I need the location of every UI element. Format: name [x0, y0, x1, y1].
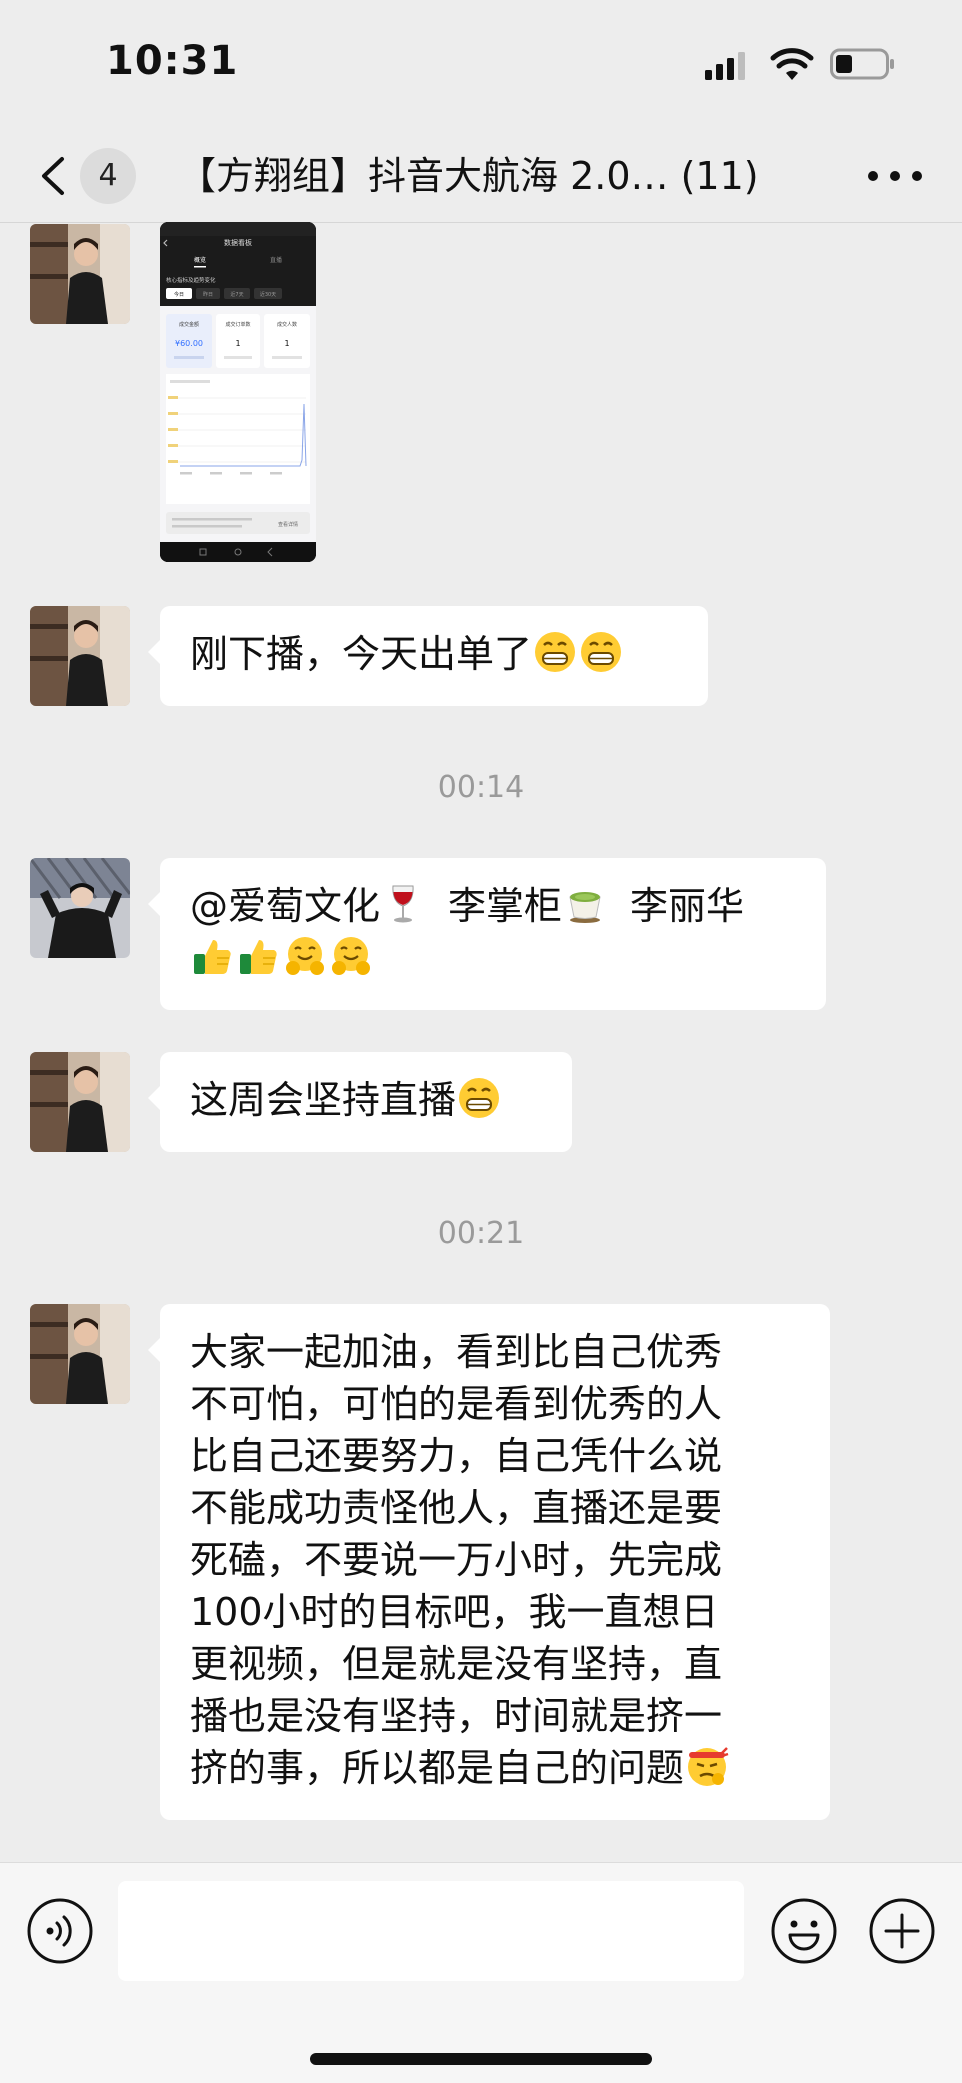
message-input[interactable]: [118, 1881, 744, 1981]
determined-face-emoji-icon: [688, 1747, 729, 1786]
thumb-kpi-value: 1: [284, 339, 289, 348]
thumb-kpi-value: 1: [235, 339, 240, 348]
mention-text: @爱萄文化: [190, 884, 381, 928]
mention-name: 李丽华: [630, 884, 745, 928]
message-list[interactable]: 数据看板 概览 直播 核心指标及趋势变化 今日 昨日 近7天 近30天 成交金额…: [0, 222, 962, 1862]
image-message[interactable]: 数据看板 概览 直播 核心指标及趋势变化 今日 昨日 近7天 近30天 成交金额…: [160, 222, 316, 562]
back-button[interactable]: 4: [30, 146, 150, 206]
grin-emoji-icon: [581, 632, 622, 672]
message-bubble[interactable]: 这周会坚持直播: [148, 1052, 572, 1152]
thumb-kpi-value: ¥60.00: [175, 339, 203, 348]
status-bar: 10:31: [0, 0, 962, 130]
timestamp: 00:21: [437, 1216, 525, 1251]
message-line: 死磕，不要说一万小时，先完成: [190, 1538, 723, 1582]
message-line: 挤的事，所以都是自己的问题: [190, 1746, 685, 1790]
thumb-kpi-label: 成交金额: [179, 321, 199, 328]
avatar[interactable]: [30, 606, 130, 706]
timestamp: 00:14: [437, 770, 525, 805]
plus-icon[interactable]: [868, 1897, 936, 1965]
thumb-pill: 今日: [174, 291, 184, 298]
message-line: 比自己还要努力，自己凭什么说: [190, 1434, 723, 1478]
thumb-tab: 概览: [194, 256, 206, 264]
grin-emoji-icon: [459, 1078, 500, 1118]
message-text: 这周会坚持直播: [190, 1078, 457, 1122]
emoji-picker-icon[interactable]: [770, 1897, 838, 1965]
thumb-pill: 近30天: [260, 291, 276, 298]
wifi-icon: [770, 48, 814, 80]
more-options-icon[interactable]: [860, 148, 930, 204]
chat-header: 4 【方翔组】抖音大航海 2.0… (11): [0, 130, 962, 223]
tea-cup-emoji-icon: [569, 892, 601, 923]
chevron-left-icon: [42, 157, 64, 195]
voice-input-icon[interactable]: [26, 1897, 94, 1965]
hugging-face-emoji-icon: [332, 937, 370, 975]
mention-name: 李掌柜: [448, 884, 563, 928]
wine-glass-emoji-icon: [392, 885, 414, 923]
message-bubble[interactable]: @爱萄文化 李掌柜 李丽华: [148, 858, 826, 1010]
avatar[interactable]: [30, 858, 130, 958]
user-photo-icon: [30, 858, 130, 958]
thumb-pill: 近7天: [230, 291, 243, 298]
thumb-title: 数据看板: [224, 238, 252, 247]
user-photo-icon: [30, 606, 130, 706]
status-time: 10:31: [106, 38, 239, 84]
thumb-footer-link: 查看详情: [278, 521, 298, 528]
avatar[interactable]: [30, 1304, 130, 1404]
user-photo-icon: [30, 1052, 130, 1152]
message-line: 大家一起加油，看到比自己优秀: [190, 1330, 723, 1374]
hugging-face-emoji-icon: [286, 937, 324, 975]
thumb-pill: 昨日: [203, 291, 213, 298]
avatar[interactable]: [30, 224, 130, 324]
unread-count-badge: 4: [80, 148, 136, 204]
thumb-tab: 直播: [270, 256, 282, 264]
user-photo-icon: [30, 1304, 130, 1404]
grin-emoji-icon: [535, 632, 576, 672]
message-bubble[interactable]: 大家一起加油，看到比自己优秀 不可怕，可怕的是看到优秀的人 比自己还要努力，自己…: [148, 1304, 830, 1820]
message-line: 100小时的目标吧，我一直想日: [190, 1590, 719, 1634]
thumb-section: 核心指标及趋势变化: [166, 276, 216, 284]
thumb-kpi-label: 成交人数: [277, 321, 297, 328]
message-text: 刚下播，今天出单了: [190, 632, 533, 676]
user-photo-icon: [30, 224, 130, 324]
battery-icon: [830, 48, 894, 80]
cellular-signal-icon: [705, 52, 745, 80]
message-line: 播也是没有坚持，时间就是挤一: [190, 1694, 723, 1738]
chat-title: 【方翔组】抖音大航海 2.0… (11): [178, 154, 759, 198]
thumbs-up-emoji-icon: [240, 940, 277, 974]
thumbs-up-emoji-icon: [194, 940, 231, 974]
message-line: 不能成功责怪他人，直播还是要: [190, 1486, 723, 1530]
message-line: 不可怕，可怕的是看到优秀的人: [190, 1382, 723, 1426]
home-indicator: [310, 2053, 652, 2065]
message-line: 更视频，但是就是没有坚持，直: [190, 1642, 723, 1686]
avatar[interactable]: [30, 1052, 130, 1152]
thumb-kpi-label: 成交订单数: [225, 321, 250, 328]
input-bar: [0, 1862, 962, 2083]
screenshot-thumbnail: 数据看板 概览 直播 核心指标及趋势变化 今日 昨日 近7天 近30天 成交金额…: [160, 222, 316, 562]
message-bubble[interactable]: 刚下播，今天出单了: [148, 606, 708, 706]
